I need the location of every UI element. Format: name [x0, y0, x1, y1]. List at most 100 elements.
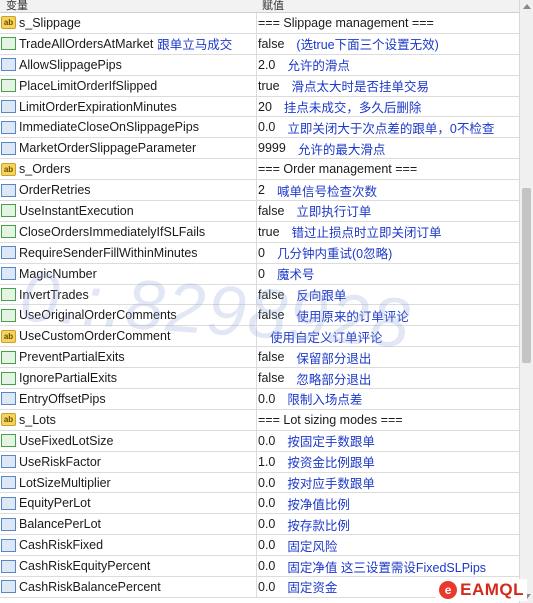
table-row[interactable]: LotSizeMultiplier 0.0 按对应手数跟单: [0, 472, 519, 494]
table-row[interactable]: UseInstantExecution false 立即执行订单: [0, 201, 519, 222]
value-text[interactable]: 0.0: [258, 580, 275, 594]
variable-name: UseCustomOrderComment: [19, 329, 171, 344]
value-cell[interactable]: 1.0 按资金比例跟单: [257, 452, 519, 472]
value-cell[interactable]: 0.0 固定风险: [257, 535, 519, 555]
variable-cell: BalancePerLot: [0, 514, 257, 535]
column-header-variable[interactable]: 变量: [6, 0, 28, 13]
value-text[interactable]: 0.0: [258, 559, 275, 573]
value-note: 保留部分退出: [296, 351, 372, 366]
table-row[interactable]: MagicNumber 0 魔术号: [0, 263, 519, 285]
value-text[interactable]: false: [258, 204, 284, 218]
value-text[interactable]: false: [258, 288, 284, 302]
value-text[interactable]: 0.0: [258, 120, 275, 134]
table-row[interactable]: UseRiskFactor 1.0 按资金比例跟单: [0, 451, 519, 473]
value-cell[interactable]: === Slippage management ===: [257, 13, 519, 33]
value-text[interactable]: true: [258, 79, 280, 93]
table-row[interactable]: ab UseCustomOrderComment 使用自定义订单评论: [0, 326, 519, 348]
value-text[interactable]: 0.0: [258, 434, 275, 448]
vertical-scrollbar[interactable]: [519, 0, 533, 603]
table-row[interactable]: EquityPerLot 0.0 按净值比例: [0, 493, 519, 515]
value-text[interactable]: === Lot sizing modes ===: [258, 413, 403, 427]
scroll-up-arrow-icon[interactable]: [523, 4, 531, 9]
value-cell[interactable]: 0.0 按固定手数跟单: [257, 431, 519, 451]
table-row[interactable]: ab s_Lots === Lot sizing modes ===: [0, 409, 519, 431]
value-text[interactable]: false: [258, 350, 284, 364]
value-text[interactable]: 2.0: [258, 58, 275, 72]
string-type-icon: ab: [1, 329, 16, 343]
value-text[interactable]: 0: [258, 246, 265, 260]
value-cell[interactable]: 0.0 立即关闭大于次点差的跟单，0不检查: [257, 117, 519, 137]
value-cell[interactable]: 2.0 允许的滑点: [257, 55, 519, 75]
value-cell[interactable]: 0.0 按存款比例: [257, 514, 519, 534]
table-row[interactable]: EntryOffsetPips 0.0 限制入场点差: [0, 389, 519, 410]
value-cell[interactable]: 0 几分钟内重试(0忽略): [257, 243, 519, 263]
value-text[interactable]: 20: [258, 100, 272, 114]
variable-name: EquityPerLot: [19, 496, 91, 511]
table-row[interactable]: PlaceLimitOrderIfSlipped true 滑点太大时是否挂单交易: [0, 75, 519, 97]
value-cell[interactable]: 2 喊单信号检查次数: [257, 180, 519, 200]
value-note: 按固定手数跟单: [287, 435, 375, 450]
value-cell[interactable]: 0.0 按净值比例: [257, 493, 519, 513]
value-note: 按存款比例: [287, 518, 350, 533]
variable-cell: EquityPerLot: [0, 493, 257, 514]
value-cell[interactable]: 0.0 按对应手数跟单: [257, 473, 519, 493]
table-row[interactable]: ab s_Orders === Order management ===: [0, 159, 519, 181]
value-text[interactable]: 9999: [258, 141, 286, 155]
table-row[interactable]: MarketOrderSlippageParameter 9999 允许的最大滑点: [0, 138, 519, 160]
scrollbar-thumb[interactable]: [522, 188, 531, 363]
table-row[interactable]: RequireSenderFillWithinMinutes 0 几分钟内重试(0忽…: [0, 242, 519, 264]
value-cell[interactable]: 0 魔术号: [257, 264, 519, 284]
value-cell[interactable]: === Lot sizing modes ===: [257, 410, 519, 430]
value-cell[interactable]: 20 挂点未成交，多久后删除: [257, 97, 519, 117]
value-note: 立即关闭大于次点差的跟单，0不检查: [287, 121, 495, 136]
table-row[interactable]: TradeAllOrdersAtMarket 跟单立马成交 false (选true下…: [0, 33, 519, 55]
value-cell[interactable]: 0.0 固定净值 这三设置需设FixedSLPips: [257, 556, 519, 576]
table-row[interactable]: ImmediateCloseOnSlippagePips 0.0 立即关闭大于次点差…: [0, 117, 519, 139]
table-row[interactable]: UseOriginalOrderComments false 使用原来的订单评论: [0, 305, 519, 327]
table-row[interactable]: ab s_Slippage === Slippage management ===: [0, 13, 519, 34]
value-text[interactable]: 0.0: [258, 517, 275, 531]
table-row[interactable]: InvertTrades false 反向跟单: [0, 284, 519, 306]
table-row[interactable]: CloseOrdersImmediatelyIfSLFails true 错过止损点…: [0, 221, 519, 243]
value-text[interactable]: 0: [258, 267, 265, 281]
table-row[interactable]: OrderRetries 2 喊单信号检查次数: [0, 180, 519, 202]
value-cell[interactable]: false (选true下面三个设置无效): [257, 34, 519, 54]
table-row[interactable]: CashRiskEquityPercent 0.0 固定净值 这三设置需设Fixed…: [0, 556, 519, 578]
variable-cell: UseFixedLotSize: [0, 430, 257, 451]
value-text[interactable]: true: [258, 225, 280, 239]
value-text[interactable]: 0.0: [258, 496, 275, 510]
value-cell[interactable]: false 忽略部分退出: [257, 368, 519, 388]
value-text[interactable]: false: [258, 308, 284, 322]
value-cell[interactable]: true 错过止损点时立即关闭订单: [257, 222, 519, 242]
value-cell[interactable]: 使用自定义订单评论: [257, 326, 519, 346]
value-text[interactable]: === Slippage management ===: [258, 16, 434, 30]
value-text[interactable]: 1.0: [258, 455, 275, 469]
number-type-icon: [1, 392, 16, 406]
table-row[interactable]: AllowSlippagePips 2.0 允许的滑点: [0, 54, 519, 76]
table-row[interactable]: CashRiskFixed 0.0 固定风险: [0, 535, 519, 557]
table-row[interactable]: IgnorePartialExits false 忽略部分退出: [0, 368, 519, 390]
table-row[interactable]: BalancePerLot 0.0 按存款比例: [0, 514, 519, 536]
value-cell[interactable]: true 滑点太大时是否挂单交易: [257, 76, 519, 96]
value-cell[interactable]: false 保留部分退出: [257, 347, 519, 367]
value-text[interactable]: 0.0: [258, 392, 275, 406]
column-header-value[interactable]: 赋值: [262, 0, 284, 13]
value-text[interactable]: === Order management ===: [258, 162, 417, 176]
value-cell[interactable]: 0.0 限制入场点差: [257, 389, 519, 409]
value-cell[interactable]: false 使用原来的订单评论: [257, 305, 519, 325]
table-row[interactable]: PreventPartialExits false 保留部分退出: [0, 347, 519, 369]
value-cell[interactable]: 9999 允许的最大滑点: [257, 138, 519, 158]
table-row[interactable]: UseFixedLotSize 0.0 按固定手数跟单: [0, 430, 519, 452]
value-text[interactable]: 2: [258, 183, 265, 197]
value-cell[interactable]: false 反向跟单: [257, 285, 519, 305]
value-cell[interactable]: === Order management ===: [257, 159, 519, 179]
value-text[interactable]: false: [258, 371, 284, 385]
value-text[interactable]: false: [258, 37, 284, 51]
table-row[interactable]: LimitOrderExpirationMinutes 20 挂点未成交，多久后删除: [0, 96, 519, 118]
bool-type-icon: [1, 371, 16, 385]
number-type-icon: [1, 141, 16, 155]
value-cell[interactable]: false 立即执行订单: [257, 201, 519, 221]
value-text[interactable]: 0.0: [258, 476, 275, 490]
value-text[interactable]: 0.0: [258, 538, 275, 552]
variable-cell: UseRiskFactor: [0, 451, 257, 472]
